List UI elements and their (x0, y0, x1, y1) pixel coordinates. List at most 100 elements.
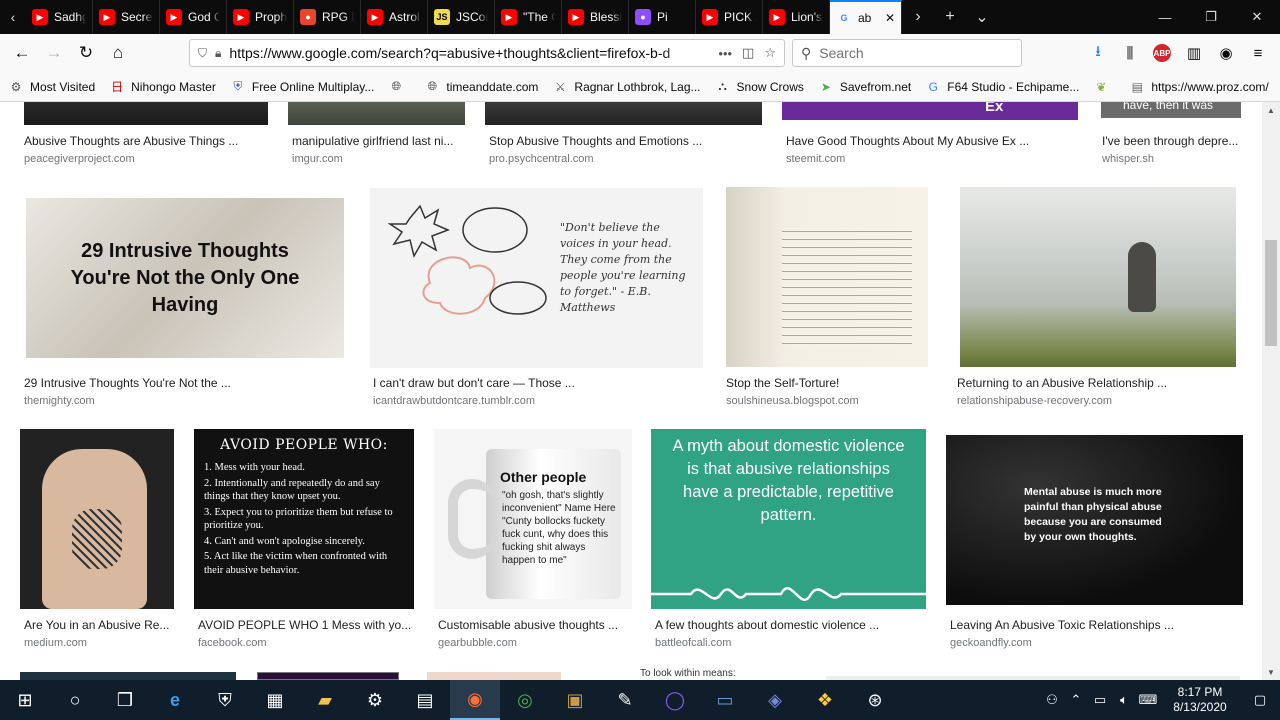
bookmark-8[interactable]: G F64 Studio - Echipame... (925, 79, 1080, 95)
result-source[interactable]: battleofcali.com (655, 637, 731, 649)
taskbar-app[interactable]: ❖ (800, 680, 850, 720)
bookmark-3[interactable]: 🌐︎ (388, 79, 410, 95)
account-icon[interactable]: ◉ (1210, 38, 1242, 68)
result-caption[interactable]: Customisable abusive thoughts ... (438, 618, 632, 632)
taskbar-app[interactable]: ◯ (650, 680, 700, 720)
result-image[interactable]: AVOID PEOPLE WHO: 1. Mess with your head… (194, 429, 414, 609)
result-source[interactable]: whisper.sh (1102, 153, 1154, 165)
result-caption[interactable]: I've been through depre... (1102, 134, 1242, 148)
result-source[interactable]: medium.com (24, 637, 87, 649)
result-image[interactable] (257, 672, 399, 680)
result-image[interactable] (960, 187, 1236, 367)
result-caption[interactable]: AVOID PEOPLE WHO 1 Mess with yo... (198, 618, 414, 632)
show-hidden-icons-icon[interactable]: ⌃ (1064, 692, 1088, 708)
page-actions-icon[interactable]: ••• (718, 46, 732, 61)
result-image[interactable] (427, 672, 561, 680)
result-caption[interactable]: manipulative girlfriend last ni... (292, 134, 467, 148)
downloads-icon[interactable]: ⭳ (1082, 38, 1114, 68)
taskbar-app[interactable]: ▣ (550, 680, 600, 720)
scroll-down-arrow-icon[interactable]: ▼ (1262, 664, 1280, 680)
reload-button[interactable]: ↻ (70, 38, 102, 68)
tab-3[interactable]: ▶ Proph (227, 0, 294, 34)
tab-11[interactable]: ▶ Lion's (763, 0, 830, 34)
tab-2[interactable]: ▶ God C (160, 0, 227, 34)
result-image[interactable] (288, 102, 465, 125)
tracking-protection-icon[interactable]: ⛉ (198, 46, 207, 61)
tab-5[interactable]: ▶ Astrol (361, 0, 428, 34)
scroll-up-arrow-icon[interactable]: ▲ (1262, 102, 1280, 118)
result-source[interactable]: facebook.com (198, 637, 266, 649)
taskbar-firefox[interactable]: ◉ (450, 680, 500, 720)
url-text[interactable]: https://www.google.com/search?q=abusive+… (229, 45, 708, 61)
taskbar-app[interactable]: ▭ (700, 680, 750, 720)
tab-0[interactable]: ▶ Sadhg (26, 0, 93, 34)
taskbar-edge[interactable]: e (150, 680, 200, 720)
adblock-icon[interactable]: ABP (1153, 44, 1171, 62)
home-button[interactable]: ⌂ (102, 38, 134, 68)
bookmark-7[interactable]: ➤ Savefrom.net (818, 79, 911, 95)
tab-scroll-right-button[interactable]: › (902, 0, 934, 34)
minimize-button[interactable]: — (1142, 0, 1188, 34)
result-source[interactable]: themighty.com (24, 395, 95, 407)
result-source[interactable]: relationshipabuse-recovery.com (957, 395, 1112, 407)
result-caption[interactable]: Have Good Thoughts About My Abusive Ex .… (786, 134, 1078, 148)
taskbar-file-explorer[interactable]: ▰ (300, 680, 350, 720)
bookmark-9[interactable]: ❦ (1093, 79, 1115, 95)
result-caption[interactable]: A few thoughts about domestic violence .… (655, 618, 926, 632)
result-caption[interactable]: Returning to an Abusive Relationship ... (957, 376, 1237, 390)
result-caption[interactable]: 29 Intrusive Thoughts You're Not the ... (24, 376, 344, 390)
tab-7[interactable]: ▶ "The C (495, 0, 562, 34)
taskbar-chrome[interactable]: ◎ (500, 680, 550, 720)
taskbar-app[interactable]: ⊛ (850, 680, 900, 720)
bookmark-0[interactable]: ⚙ Most Visited (8, 79, 96, 95)
result-caption[interactable]: Are You in an Abusive Re... (24, 618, 174, 632)
taskbar-app[interactable]: ✎ (600, 680, 650, 720)
result-source[interactable]: soulshineusa.blogspot.com (726, 395, 859, 407)
bookmark-star-icon[interactable]: ☆ (764, 45, 776, 61)
result-source[interactable]: steemit.com (786, 153, 845, 165)
back-button[interactable]: ← (6, 38, 38, 68)
tab-12[interactable]: Gab ✕ (830, 0, 902, 34)
notifications-icon[interactable]: ▢ (1240, 692, 1280, 708)
taskbar-discord[interactable]: ◈ (750, 680, 800, 720)
taskbar-settings[interactable]: ⚙ (350, 680, 400, 720)
tab-1[interactable]: ▶ Secret (93, 0, 160, 34)
people-icon[interactable]: ⚇ (1040, 692, 1064, 708)
result-source[interactable]: icantdrawbutdontcare.tumblr.com (373, 395, 535, 407)
bookmark-5[interactable]: ⚔ Ragnar Lothbrok, Lag... (552, 79, 700, 95)
bookmark-4[interactable]: 🌐︎ timeanddate.com (424, 79, 539, 95)
lock-icon[interactable]: 🔒︎ (215, 46, 221, 61)
result-source[interactable]: pro.psychcentral.com (489, 153, 594, 165)
result-image[interactable]: Other people "oh gosh, that's slightly i… (434, 429, 632, 609)
result-caption[interactable]: Stop the Self-Torture! (726, 376, 928, 390)
result-image[interactable] (24, 102, 268, 125)
bookmark-10[interactable]: ▤ https://www.proz.com/ (1129, 79, 1269, 95)
tab-6[interactable]: JS JSCom (428, 0, 495, 34)
network-icon[interactable]: ▭ (1088, 692, 1112, 708)
forward-button[interactable]: → (38, 38, 70, 68)
result-source[interactable]: gearbubble.com (438, 637, 517, 649)
result-image[interactable]: Ex (782, 102, 1078, 120)
result-caption[interactable]: Leaving An Abusive Toxic Relationships .… (950, 618, 1242, 632)
pocket-icon[interactable]: ◫ (742, 45, 754, 61)
result-image[interactable]: have, then it was (1101, 102, 1241, 118)
cortana-button[interactable]: ○ (50, 680, 100, 720)
close-tab-icon[interactable]: ✕ (885, 11, 895, 25)
bookmark-6[interactable]: ⛬ Snow Crows (715, 79, 804, 95)
result-caption[interactable]: Abusive Thoughts are Abusive Things ... (24, 134, 268, 148)
clock[interactable]: 8:17 PM 8/13/2020 (1160, 685, 1240, 715)
result-image[interactable]: Mental abuse is much more painful than p… (946, 435, 1243, 605)
keyboard-icon[interactable]: ⌨ (1136, 692, 1160, 708)
result-caption[interactable]: I can't draw but don't care — Those ... (373, 376, 703, 390)
start-button[interactable]: ⊞ (0, 680, 50, 720)
result-image[interactable] (20, 672, 236, 680)
taskbar-calculator[interactable]: ▦ (250, 680, 300, 720)
close-window-button[interactable]: ✕ (1234, 0, 1280, 34)
tab-9[interactable]: ● Pi (629, 0, 696, 34)
result-source[interactable]: peacegiverproject.com (24, 153, 135, 165)
url-bar[interactable]: ⛉ 🔒︎ https://www.google.com/search?q=abu… (189, 39, 785, 67)
bookmark-2[interactable]: ⛨ Free Online Multiplay... (230, 79, 374, 95)
tab-scroll-left-button[interactable]: ‹ (0, 0, 26, 34)
taskbar-security[interactable]: ⛨ (200, 680, 250, 720)
page-scrollbar[interactable]: ▲ ▼ (1262, 102, 1280, 680)
